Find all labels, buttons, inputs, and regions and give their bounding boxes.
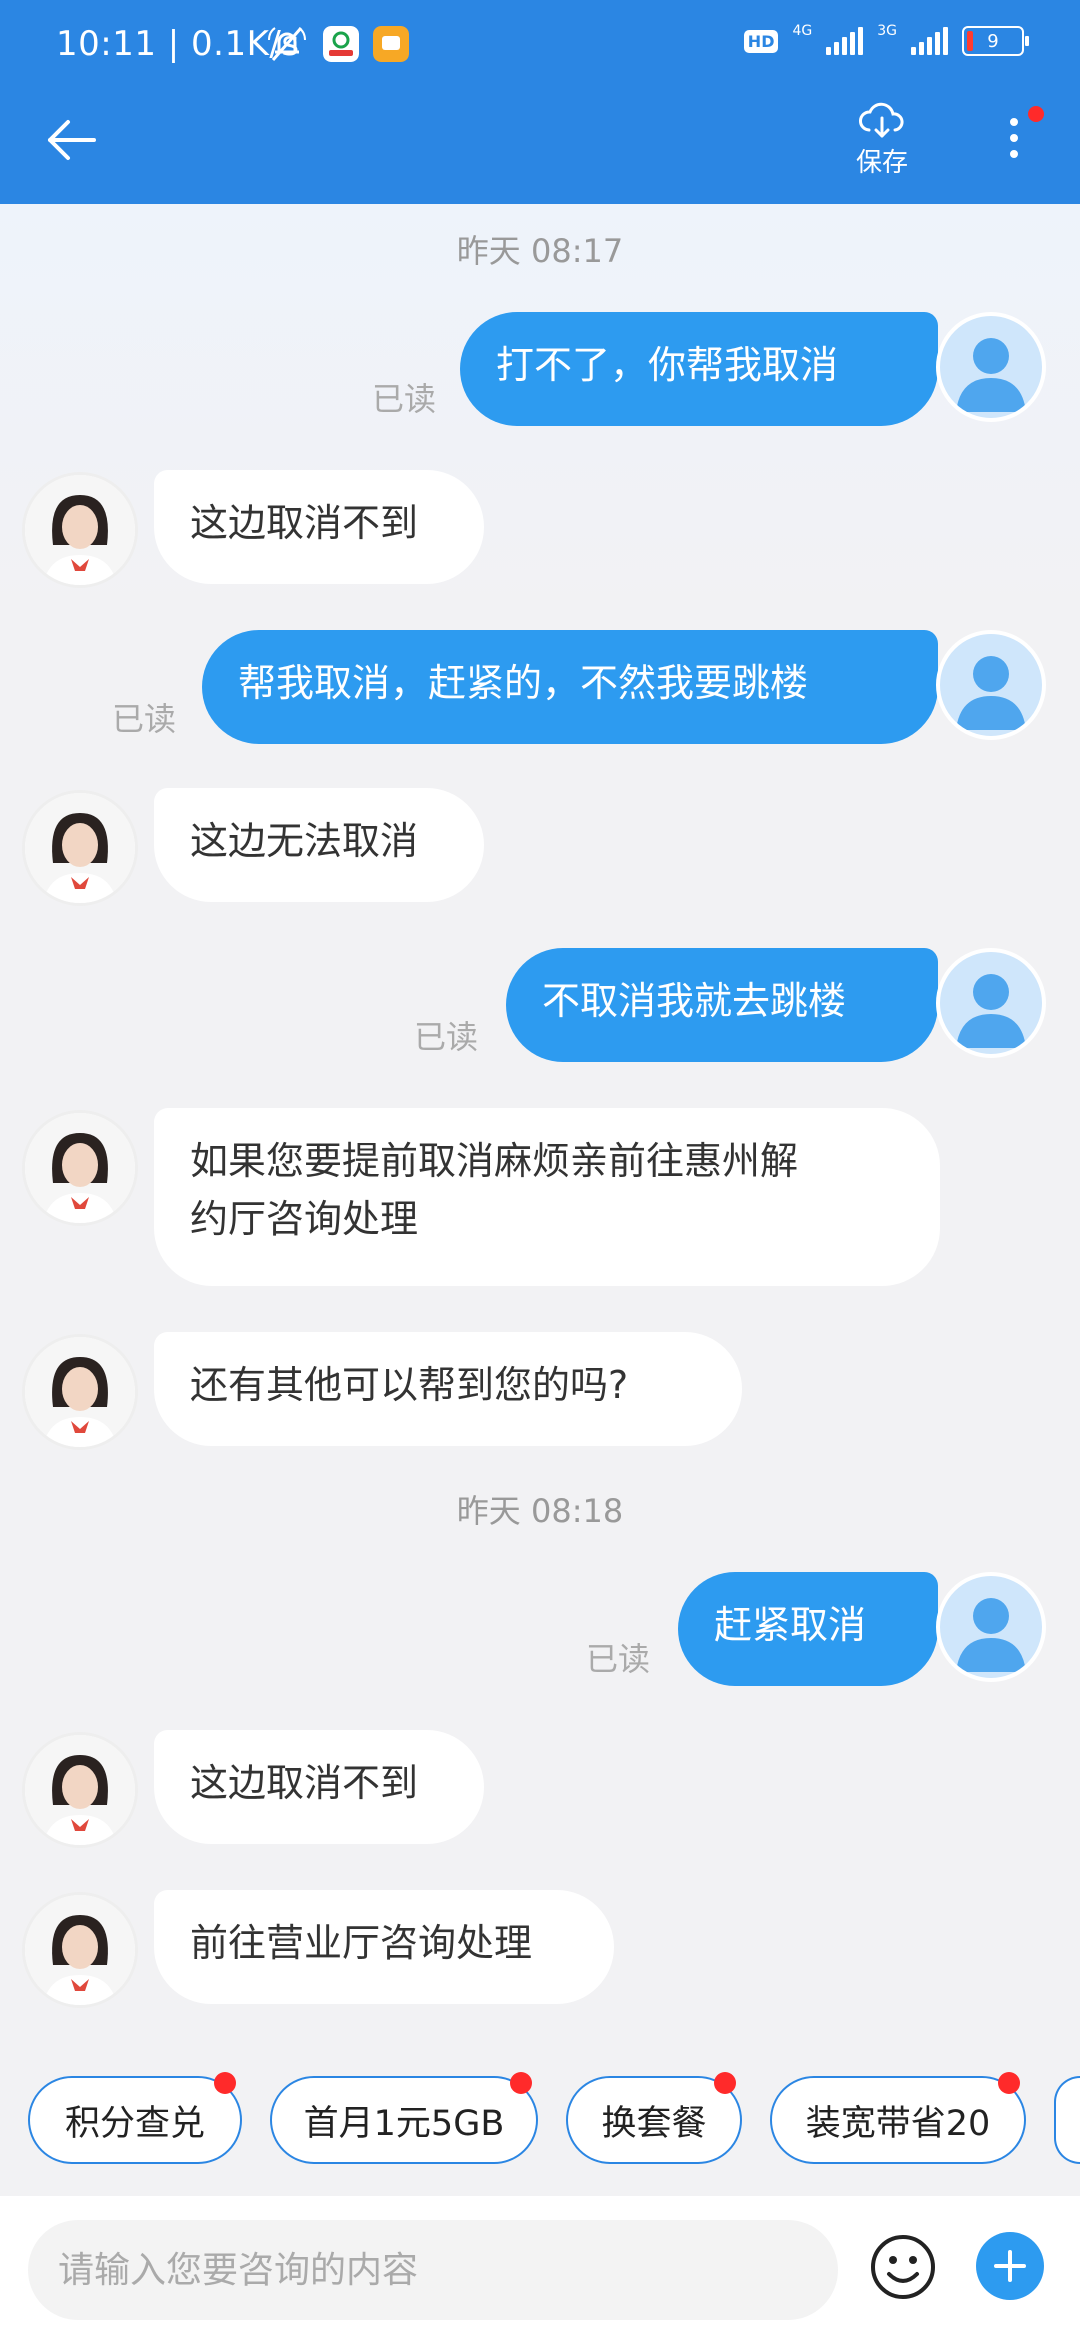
agent-avatar[interactable]	[22, 472, 138, 588]
chip-badge-dot	[510, 2072, 532, 2094]
user-message-bubble[interactable]: 不取消我就去跳楼	[506, 948, 938, 1062]
agent-avatar[interactable]	[22, 1892, 138, 2008]
user-avatar[interactable]	[936, 312, 1046, 422]
chip-badge-dot	[998, 2072, 1020, 2094]
agent-message-bubble[interactable]: 这边取消不到	[154, 470, 484, 584]
quick-reply-bar: 积分查兑 首月1元5GB 换套餐 装宽带省20	[0, 2070, 1080, 2170]
agent-avatar[interactable]	[22, 1732, 138, 1848]
status-notification-icons	[265, 24, 409, 64]
chat-area[interactable]: 昨天 08:17 已读 打不了，你帮我取消 这边取消不到 已读 帮我取消，赶紧的…	[0, 204, 1080, 2054]
plus-icon	[994, 2250, 1026, 2282]
agent-message-bubble[interactable]: 前往营业厅咨询处理	[154, 1890, 614, 2004]
user-avatar[interactable]	[936, 948, 1046, 1058]
message-input[interactable]	[28, 2220, 838, 2320]
arrow-left-icon[interactable]	[40, 108, 104, 172]
quick-reply-chip[interactable]: 装宽带省20	[770, 2072, 1026, 2164]
status-bar: 10:11 | 0.1K/s HD 4G 3G 9	[0, 0, 1080, 96]
chip-badge-dot	[214, 2072, 236, 2094]
quick-reply-chip[interactable]: 换套餐	[566, 2072, 742, 2164]
mute-bell-icon	[268, 27, 306, 61]
battery-icon: 9	[962, 26, 1029, 56]
agent-avatar[interactable]	[22, 790, 138, 906]
carrier-app-icon	[323, 26, 359, 62]
chip-label: 装宽带省20	[805, 2103, 991, 2144]
top-bar: 10:11 | 0.1K/s HD 4G 3G 9 保存	[0, 0, 1080, 204]
notification-dot	[1028, 106, 1044, 122]
agent-message-line: 如果您要提前取消麻烦亲前往惠州解	[190, 1139, 799, 1183]
agent-message-line: 约厅咨询处理	[190, 1197, 419, 1241]
user-avatar-icon	[956, 656, 1026, 730]
user-avatar[interactable]	[936, 1572, 1046, 1682]
user-avatar[interactable]	[936, 630, 1046, 740]
user-message-bubble[interactable]: 打不了，你帮我取消	[460, 312, 938, 426]
read-receipt: 已读	[586, 1640, 651, 1678]
user-message-bubble[interactable]: 帮我取消，赶紧的，不然我要跳楼	[202, 630, 938, 744]
agent-avatar-icon	[25, 1113, 135, 1223]
timestamp: 昨天 08:18	[456, 1492, 624, 1530]
user-message-bubble[interactable]: 赶紧取消	[678, 1572, 938, 1686]
input-bar	[0, 2196, 1080, 2340]
chip-badge-dot	[714, 2072, 736, 2094]
quick-reply-chip-partial[interactable]	[1054, 2076, 1080, 2164]
status-time: 10:11 | 0.1K/s	[56, 24, 300, 64]
agent-avatar[interactable]	[22, 1334, 138, 1450]
quick-reply-chip[interactable]: 积分查兑	[28, 2072, 242, 2164]
agent-message-bubble[interactable]: 还有其他可以帮到您的吗?	[154, 1332, 742, 1446]
timestamp: 昨天 08:17	[456, 232, 624, 270]
user-avatar-icon	[956, 1598, 1026, 1672]
agent-avatar-icon	[25, 1895, 135, 2005]
save-button[interactable]: 保存	[840, 96, 924, 179]
hd-badge: HD	[743, 29, 779, 53]
user-avatar-icon	[956, 338, 1026, 412]
smiley-icon[interactable]	[868, 2232, 938, 2302]
chip-label: 首月1元5GB	[303, 2103, 505, 2144]
battery-level: 9	[987, 30, 999, 52]
user-avatar-icon	[956, 974, 1026, 1048]
battery-fill	[967, 31, 973, 51]
agent-avatar-icon	[25, 793, 135, 903]
cloud-download-icon	[859, 102, 904, 138]
agent-message-bubble[interactable]: 这边取消不到	[154, 1730, 484, 1844]
signal-bars-icon-2	[911, 27, 948, 55]
read-receipt: 已读	[112, 700, 177, 738]
network-4g-label: 4G	[792, 23, 813, 39]
agent-message-bubble[interactable]: 如果您要提前取消麻烦亲前往惠州解 约厅咨询处理	[154, 1108, 940, 1286]
signal-bars-icon	[826, 27, 864, 55]
agent-avatar[interactable]	[22, 1110, 138, 1226]
agent-avatar-icon	[25, 1337, 135, 1447]
chip-label: 积分查兑	[64, 2103, 205, 2144]
agent-message-bubble[interactable]: 这边无法取消	[154, 788, 484, 902]
network-3g-label: 3G	[877, 23, 897, 39]
status-system-icons: HD 4G 3G 9	[743, 23, 1029, 56]
chip-label: 换套餐	[601, 2103, 707, 2144]
read-receipt: 已读	[372, 380, 437, 418]
agent-avatar-icon	[25, 1735, 135, 1845]
plus-button[interactable]	[976, 2232, 1044, 2300]
message-app-icon	[373, 26, 409, 62]
read-receipt: 已读	[414, 1018, 479, 1056]
quick-reply-chip[interactable]: 首月1元5GB	[270, 2072, 538, 2164]
agent-avatar-icon	[25, 475, 135, 585]
save-label: 保存	[855, 148, 908, 178]
